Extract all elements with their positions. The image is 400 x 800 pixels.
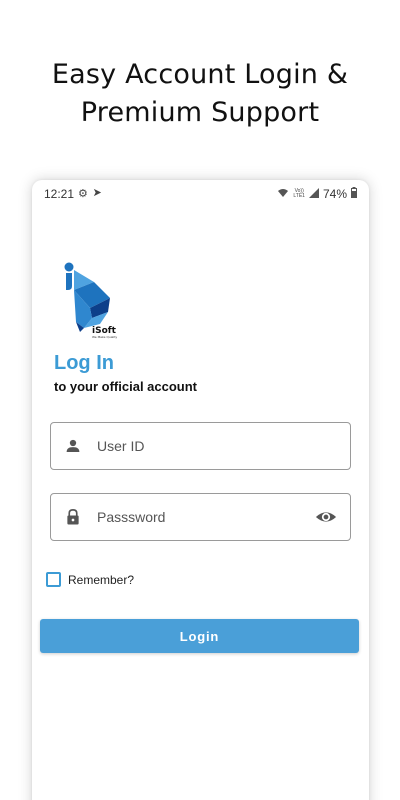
status-time: 12:21 xyxy=(44,187,75,201)
remember-label: Remember? xyxy=(68,572,135,587)
status-bar-right: Vo)) LTE1 74% xyxy=(277,187,357,201)
status-bar-left: 12:21 ⚙ xyxy=(44,187,103,201)
status-bar: 12:21 ⚙ Vo)) LTE1 74% xyxy=(32,180,369,208)
promo-headline-line1: Easy Account Login & xyxy=(51,59,349,90)
user-id-input[interactable] xyxy=(97,423,338,469)
battery-icon xyxy=(351,187,357,201)
network-type-label: Vo)) LTE1 xyxy=(293,189,305,199)
isoft-logo: iSoft We Make Quality xyxy=(62,260,132,340)
notification-icon xyxy=(92,187,103,201)
phone-screen: 12:21 ⚙ Vo)) LTE1 74% iSoft We Make Qual… xyxy=(32,180,369,800)
password-input[interactable] xyxy=(97,494,314,540)
network-label-bottom: LTE1 xyxy=(293,193,305,199)
login-subtitle: to your official account xyxy=(54,379,198,394)
person-icon xyxy=(63,436,83,456)
remember-checkbox[interactable] xyxy=(46,572,61,587)
battery-percent: 74% xyxy=(322,187,347,201)
signal-icon xyxy=(308,187,319,201)
lock-icon xyxy=(63,507,83,527)
password-field[interactable] xyxy=(50,493,351,541)
wifi-icon xyxy=(277,187,289,201)
user-id-field[interactable] xyxy=(50,422,351,470)
logo-tagline-text: We Make Quality xyxy=(92,335,117,339)
promo-headline: Easy Account Login & Premium Support xyxy=(0,56,400,132)
login-button[interactable]: Login xyxy=(40,619,359,653)
login-title: Log In xyxy=(54,352,114,374)
eye-icon[interactable] xyxy=(314,505,338,529)
remember-row[interactable]: Remember? xyxy=(46,572,134,587)
settings-gear-icon: ⚙ xyxy=(78,187,88,200)
promo-headline-line2: Premium Support xyxy=(80,97,320,128)
